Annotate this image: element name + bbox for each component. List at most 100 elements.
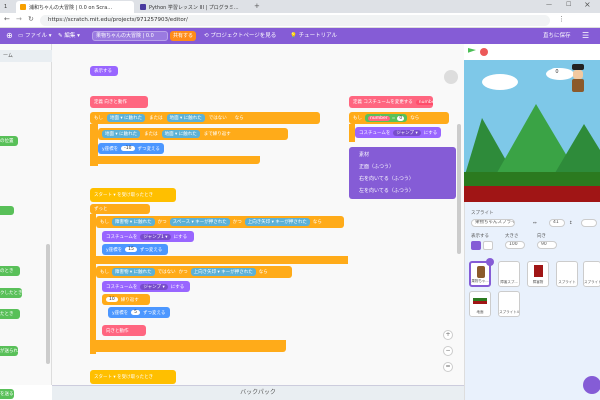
- switch-costume-block[interactable]: コスチュームを ジャンプ ▾ にする: [102, 281, 190, 292]
- code-workspace[interactable]: 表示する 定義 向きと動作 もし 地面 ▾ に触れた または 地面 ▾ に触れた…: [52, 44, 464, 385]
- workspace-scrollbar[interactable]: [457, 124, 461, 254]
- palette-tab[interactable]: ーム: [0, 50, 52, 62]
- palette-block[interactable]: たとき: [0, 309, 20, 319]
- palette-block[interactable]: のとき: [0, 266, 20, 276]
- zoom-in-icon[interactable]: +: [443, 330, 453, 340]
- if-block[interactable]: もし 障害物 ▾ に触れた かつ スペース ▾ キーが押された かつ 上向き矢印…: [96, 216, 344, 228]
- hide-eye-icon[interactable]: [483, 241, 493, 250]
- change-y-block[interactable]: y座標を 15 ずつ変える: [102, 244, 168, 255]
- reload-icon[interactable]: ↻: [28, 15, 34, 23]
- if-block-end: [90, 156, 260, 164]
- back-icon[interactable]: ←: [4, 15, 10, 23]
- sprite-preview-icon: [444, 70, 458, 84]
- python-tab-icon: [140, 4, 146, 10]
- minimize-icon[interactable]: —: [546, 1, 552, 8]
- menu-file[interactable]: ▭ ファイル ▾: [18, 28, 51, 44]
- change-y-block[interactable]: y座標を 5 ずつ変える: [108, 307, 170, 318]
- sprite-thumb[interactable]: スプライト: [583, 261, 600, 287]
- palette-block[interactable]: クしたとき: [0, 288, 22, 298]
- block-palette: ーム の位置 のとき クしたとき たとき が送られた を送る: [0, 44, 52, 399]
- project-title-input[interactable]: 果物ちゃんの大冒険 | 0.0: [92, 31, 168, 41]
- add-sprite-icon[interactable]: [583, 376, 600, 394]
- when-receive-hat[interactable]: スタート ▾ を受け取ったとき: [90, 370, 176, 384]
- palette-scrollbar[interactable]: [46, 244, 50, 364]
- direction-label: 向き: [537, 234, 546, 239]
- repeat-block[interactable]: 10 繰り返す: [102, 294, 150, 305]
- zoom-reset-icon[interactable]: =: [443, 362, 453, 372]
- forever-end: [90, 340, 286, 352]
- stage-header: [464, 44, 600, 60]
- score-bubble: 0: [550, 68, 564, 77]
- account-icon[interactable]: ☰: [582, 28, 589, 44]
- tutorials-button[interactable]: 💡 チュートリアル: [290, 28, 337, 44]
- x-input[interactable]: 41: [549, 219, 565, 227]
- forever-block[interactable]: ずっと: [90, 204, 150, 214]
- x-icon: ↔: [533, 221, 537, 226]
- if-block-arm: [349, 124, 355, 142]
- close-window-icon[interactable]: ×: [584, 0, 591, 9]
- looks-block[interactable]: 表示する: [90, 66, 118, 76]
- delete-sprite-icon[interactable]: [486, 258, 494, 266]
- zoom-out-icon[interactable]: −: [443, 346, 453, 356]
- sprite-info-pane: スプライト 果物ちゃんスプライ... ↔ 41 ↕ 表示する 大きさ 100 向…: [464, 202, 600, 400]
- change-y-block[interactable]: y座標を -10 ずつ変える: [98, 143, 164, 154]
- if-block[interactable]: もし 障害物 ▾ に触れた ではない かつ 上向き矢印 ▾ キーが押された なら: [96, 266, 292, 278]
- switch-costume-block[interactable]: コスチュームを ジャンプ1 ▾ にする: [102, 231, 194, 242]
- see-project-page-link[interactable]: ⟲ プロジェクトページを見る: [204, 28, 276, 44]
- scratch-tab-icon: [20, 4, 26, 10]
- address-bar-row: ← → ↻ https://scratch.mit.edu/projects/9…: [0, 13, 600, 28]
- size-label: 大きさ: [505, 234, 519, 239]
- forever-arm: [90, 214, 96, 354]
- browser-tab-bar: 1 浦和ちゃんの大冒険 | 0.0 on Scra... Python 学習レッ…: [0, 0, 600, 13]
- share-button[interactable]: 共有する: [170, 31, 196, 41]
- character-sprite[interactable]: [570, 64, 586, 94]
- stop-icon[interactable]: [480, 48, 488, 56]
- size-input[interactable]: 100: [505, 241, 525, 249]
- show-eye-icon[interactable]: [471, 241, 481, 250]
- new-tab-icon[interactable]: +: [254, 2, 260, 10]
- when-receive-hat[interactable]: スタート ▾ を受け取ったとき: [90, 188, 176, 202]
- sprite-thumb[interactable]: スプライト4: [498, 291, 520, 317]
- dropdown-option[interactable]: 正面（ふつう）: [359, 163, 394, 170]
- sprite-thumb[interactable]: 障害物: [527, 261, 549, 287]
- show-label: 表示する: [471, 234, 489, 239]
- sprite-thumb[interactable]: スプライト: [556, 261, 578, 287]
- if-block[interactable]: もし 地面 ▾ に触れた または 地面 ▾ に触れた ではない なら: [90, 112, 320, 124]
- palette-block[interactable]: を送る: [0, 389, 14, 399]
- sprite-thumb[interactable]: 地面: [469, 291, 491, 317]
- repeat-until-block[interactable]: 地面 ▾ に触れた または 地面 ▾ に触れた まで繰り返す: [98, 128, 288, 140]
- if-block[interactable]: もし number = 0 なら: [349, 112, 449, 124]
- browser-tab-scratch[interactable]: 浦和ちゃんの大冒険 | 0.0 on Scra...: [16, 1, 134, 13]
- y-input[interactable]: [581, 219, 597, 227]
- palette-block[interactable]: が送られた: [0, 346, 18, 356]
- dropdown-option[interactable]: 左を向いてる（ふつう）: [359, 187, 414, 194]
- dropdown-option[interactable]: 右を向いてる（ふつう）: [359, 175, 414, 182]
- language-icon[interactable]: ⊕: [6, 28, 13, 44]
- switch-costume-block[interactable]: コスチュームを ジャンプ ▾ にする: [355, 127, 441, 138]
- stage-canvas[interactable]: 0: [464, 60, 600, 202]
- costume-dropdown-menu: 素材 正面（ふつう） 右を向いてる（ふつう） 左を向いてる（ふつう）: [349, 147, 456, 199]
- dropdown-option[interactable]: 素材: [359, 151, 369, 158]
- palette-block[interactable]: の位置: [0, 136, 18, 146]
- call-block[interactable]: 向きと動作: [102, 325, 146, 336]
- browser-tab-python[interactable]: Python 学習レッスン III | プログラミ...: [136, 1, 251, 13]
- sprite-label: スプライト: [471, 211, 494, 216]
- green-flag-icon[interactable]: [468, 48, 476, 53]
- sprite-name-input[interactable]: 果物ちゃんスプライ...: [471, 219, 515, 227]
- menu-edit[interactable]: ✎ 編集 ▾: [58, 28, 80, 44]
- save-now-button[interactable]: 直ちに保存: [543, 28, 571, 44]
- backpack-bar[interactable]: バックパック: [52, 385, 464, 400]
- url-field[interactable]: https://scratch.mit.edu/projects/9712579…: [40, 15, 550, 26]
- sprite-thumb[interactable]: 障害スプ...: [498, 261, 520, 287]
- y-icon: ↕: [569, 221, 573, 226]
- scratch-menubar: ⊕ ▭ ファイル ▾ ✎ 編集 ▾ 果物ちゃんの大冒険 | 0.0 共有する ⟲…: [0, 28, 600, 44]
- palette-block[interactable]: [0, 206, 14, 215]
- browser-tab-leftover[interactable]: 1: [0, 1, 14, 13]
- maximize-icon[interactable]: ☐: [566, 1, 571, 8]
- define-block[interactable]: 定義 コスチュームを変更する number: [349, 96, 433, 108]
- forward-icon[interactable]: →: [16, 15, 22, 23]
- direction-input[interactable]: 90: [537, 241, 557, 249]
- define-block[interactable]: 定義 向きと動作: [90, 96, 148, 108]
- extensions-icon[interactable]: ⋮: [558, 15, 565, 23]
- if-block-end: [96, 256, 348, 264]
